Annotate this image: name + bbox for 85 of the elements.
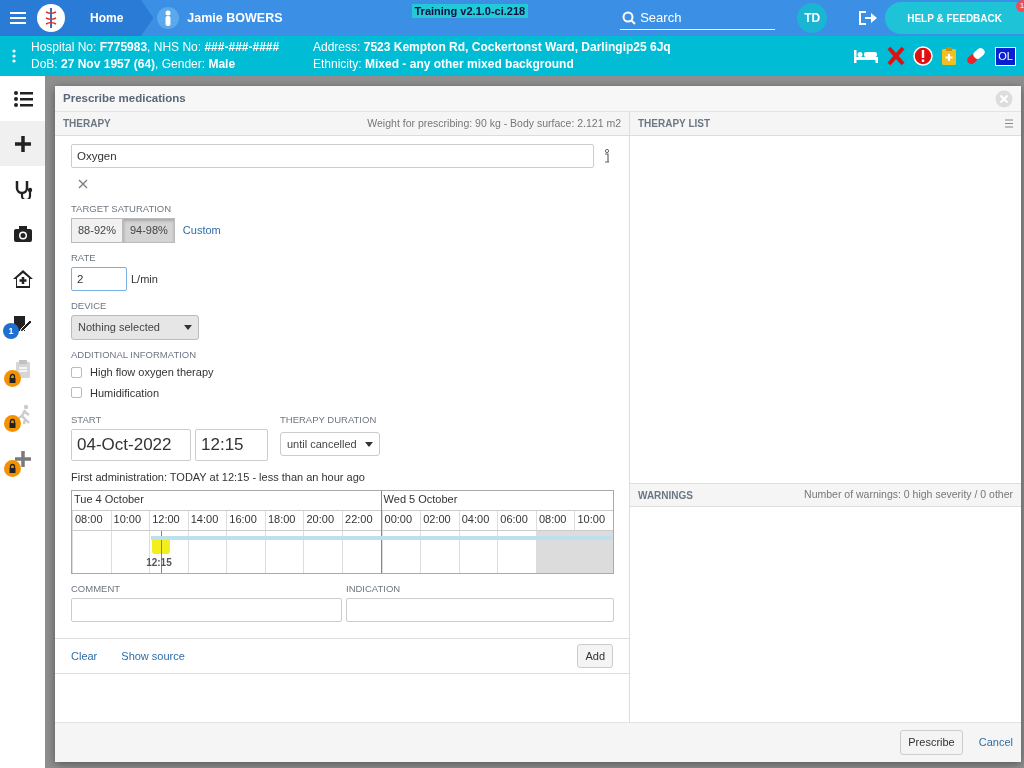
prescribe-button[interactable]: Prescribe [900, 730, 963, 755]
day-label: Tue 4 October [72, 490, 381, 511]
hour-label: 18:00 [264, 510, 304, 531]
checkbox[interactable] [71, 387, 82, 399]
sidebar-item[interactable]: 1 [0, 301, 45, 346]
custom-link[interactable]: Custom [182, 222, 221, 239]
hour-label: 08:00 [72, 510, 111, 531]
bed-icon[interactable] [853, 47, 880, 65]
saturation-toggle[interactable]: 94-98% [122, 218, 175, 243]
logout-icon[interactable] [857, 9, 878, 27]
notification-badge: 1 [1016, 0, 1024, 12]
patient-info: DoB: 27 Nov 1957 (64), Gender: Male [31, 56, 237, 73]
administration-info: First administration: TODAY at 12:15 - less than an hour ago [71, 470, 366, 486]
section-header: THERAPY LIST [638, 117, 711, 131]
patient-info: Hospital No: F775983, NHS No: ###-###-#### [31, 39, 281, 56]
hour-label: 00:00 [381, 510, 421, 531]
field-label: RATE [71, 250, 97, 265]
time-field[interactable]: 12:15 [195, 429, 268, 462]
field-label: START [71, 413, 103, 427]
person-icon [157, 7, 180, 29]
comment-field[interactable] [71, 598, 342, 622]
device-dropdown[interactable]: Nothing selected [71, 315, 199, 340]
hour-label: 22:00 [342, 510, 381, 531]
search-icon [622, 10, 637, 25]
warnings-count: Number of warnings: 0 high severity / 0 other [804, 487, 1013, 503]
hour-label: 12:00 [149, 510, 188, 531]
search-field[interactable]: Search [620, 5, 776, 31]
hour-label: 08:00 [535, 510, 575, 531]
field-label: INDICATION [346, 581, 402, 596]
checkbox[interactable] [71, 366, 82, 378]
cancel-link[interactable]: Cancel [978, 734, 1013, 751]
plus-icon [12, 448, 33, 469]
patient-info: Ethnicity: Mixed - any other mixed background [313, 56, 575, 73]
saturation-toggle[interactable]: 88-92% [71, 218, 123, 243]
house-icon [12, 268, 33, 289]
weight-info: Weight for prescribing: 90 kg - Body surface: 2.121 m2 [367, 115, 621, 131]
home-link[interactable]: Home [90, 9, 124, 27]
list-icon [12, 88, 33, 109]
field-label: TARGET SATURATION [71, 202, 173, 216]
caret-icon [364, 441, 373, 447]
patient-info: Address: 7523 Kempton Rd, Cockertonst Ward, Darlingip25 6Jq [313, 39, 671, 56]
day-label: Wed 5 October [381, 490, 613, 511]
date-field[interactable]: 04-Oct-2022 [71, 429, 191, 462]
rate-field[interactable]: 2 [71, 267, 127, 291]
hour-label: 04:00 [458, 510, 498, 531]
alert-icon[interactable] [913, 46, 934, 66]
checkbox-label: High flow oxygen therapy [90, 365, 214, 380]
field-label: COMMENT [71, 581, 122, 596]
dialog-title: Prescribe medications [63, 90, 186, 106]
menu-icon[interactable] [10, 11, 28, 25]
add-button[interactable]: Add [577, 643, 613, 669]
clear-icon[interactable] [78, 179, 88, 189]
field-label: DEVICE [71, 299, 108, 313]
count-badge: 1 [3, 323, 19, 339]
indication-field[interactable] [346, 598, 614, 622]
medication-field[interactable]: Oxygen [71, 144, 594, 168]
cross-icon[interactable] [887, 46, 906, 66]
info-icon[interactable] [603, 149, 611, 163]
checkbox-label: Humidification [90, 385, 160, 401]
field-label: ADDITIONAL INFORMATION [71, 347, 198, 362]
hour-label: 02:00 [420, 510, 459, 531]
caret-icon [184, 325, 192, 330]
more-icon[interactable] [11, 49, 17, 63]
hour-label: 14:00 [187, 510, 227, 531]
action-link[interactable]: Show source [121, 647, 185, 665]
unit-label: L/min [131, 271, 158, 287]
action-link[interactable]: Clear [71, 647, 98, 665]
caduceus-logo[interactable] [36, 3, 66, 33]
plus-icon [12, 133, 33, 154]
sidebar-item[interactable] [0, 121, 45, 166]
duration-dropdown[interactable]: until cancelled [280, 432, 380, 457]
clipboard-icon[interactable] [941, 46, 958, 66]
camera-icon [12, 223, 33, 244]
pill-icon[interactable] [965, 46, 988, 66]
hour-label: 20:00 [303, 510, 343, 531]
hour-label: 16:00 [226, 510, 265, 531]
version-label: Training v2.1.0-ci.218 [411, 3, 529, 18]
field-label: THERAPY DURATION [280, 413, 378, 427]
hour-label: 06:00 [497, 510, 536, 531]
hour-label: 10:00 [574, 510, 614, 531]
list-menu-icon[interactable] [1005, 119, 1013, 128]
section-header: THERAPY [63, 117, 111, 131]
hour-label: 10:00 [110, 510, 150, 531]
section-header: WARNINGS [638, 488, 693, 503]
status-badge: OL [995, 46, 1016, 66]
